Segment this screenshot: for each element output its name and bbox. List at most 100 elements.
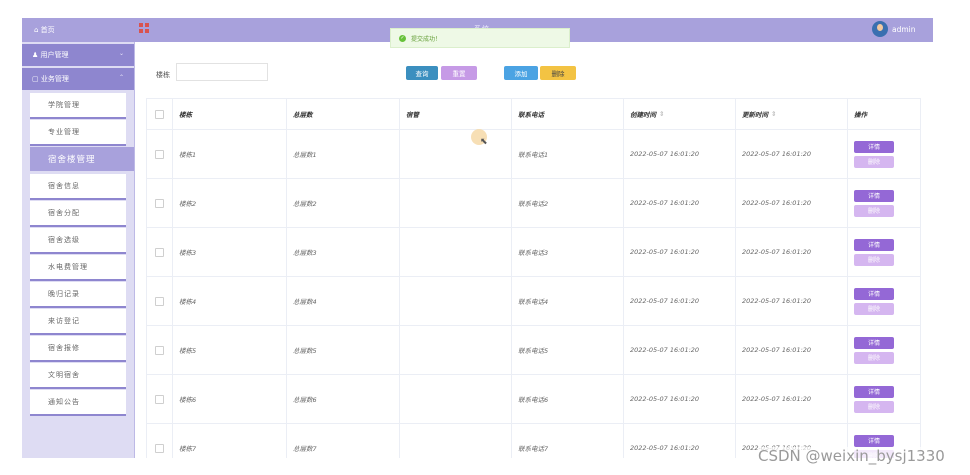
row-checkbox[interactable]: [155, 247, 164, 257]
actions-cell: 详情删除: [848, 277, 921, 325]
sidebar-item[interactable]: 专业管理: [30, 120, 126, 144]
sidebar-item-label: 宿舍报修: [48, 344, 80, 352]
username[interactable]: admin: [892, 25, 916, 34]
table-cell-manager: [400, 277, 512, 325]
row-delete-button[interactable]: 删除: [854, 400, 894, 413]
table-cell-updated: 2022-05-07 16:01:20: [736, 277, 848, 325]
delete-button[interactable]: 删除: [540, 66, 576, 80]
row-delete-button[interactable]: 删除: [854, 253, 894, 266]
sidebar-item[interactable]: 宿舍选级: [30, 228, 126, 252]
watermark: CSDN @weixin_bysj1330: [758, 447, 945, 465]
chevron-down-icon: ⌄: [118, 50, 124, 57]
home-icon: ⌂: [34, 26, 41, 34]
column-header: 联系电话: [512, 99, 624, 129]
row-delete-button[interactable]: 删除: [854, 155, 894, 168]
sidebar-item[interactable]: 宿舍分配: [30, 201, 126, 225]
menu-toggle-icon[interactable]: [139, 23, 149, 33]
table-header-row: 楼栋 总层数 宿管 联系电话 创建时间 ⇕ 更新时间 ⇕ 操作: [147, 99, 921, 130]
detail-button[interactable]: 详情: [854, 336, 894, 349]
table-cell-phone: 联系电话1: [512, 130, 624, 178]
row-checkbox[interactable]: [155, 443, 164, 453]
sidebar-group-label: 业务管理: [40, 75, 69, 83]
check-circle-icon: ✓: [399, 34, 406, 42]
sidebar-item[interactable]: 晚归记录: [30, 282, 126, 306]
table-cell-updated: 2022-05-07 16:01:20: [736, 228, 848, 276]
row-select-cell: [147, 424, 173, 458]
sidebar-group-business[interactable]: ▢ 业务管理 ⌃: [22, 68, 134, 90]
row-checkbox[interactable]: [155, 296, 164, 306]
detail-button[interactable]: 详情: [854, 238, 894, 251]
sidebar-item[interactable]: 通知公告: [30, 390, 126, 414]
actions-cell: 详情删除: [848, 375, 921, 423]
column-header-label: 更新时间: [742, 111, 768, 119]
column-header: 总层数: [287, 99, 400, 129]
table-cell-created: 2022-05-07 16:01:20: [624, 228, 736, 276]
select-all-checkbox[interactable]: [155, 109, 164, 119]
sidebar-item[interactable]: 水电费管理: [30, 255, 126, 279]
row-delete-button[interactable]: 删除: [854, 204, 894, 217]
sidebar-item-label: 宿舍信息: [48, 182, 80, 190]
sidebar-group-users[interactable]: ♟ 用户管理 ⌄: [22, 44, 134, 66]
row-checkbox[interactable]: [155, 394, 164, 404]
query-button[interactable]: 查询: [406, 66, 438, 80]
detail-button[interactable]: 详情: [854, 385, 894, 398]
row-checkbox[interactable]: [155, 149, 164, 159]
sidebar-item[interactable]: 宿舍报修: [30, 336, 126, 360]
avatar[interactable]: [872, 21, 888, 37]
row-checkbox[interactable]: [155, 198, 164, 208]
column-header: 楼栋: [173, 99, 287, 129]
column-header: 操作: [848, 99, 921, 129]
table-cell-building: 楼栋7: [173, 424, 287, 458]
table-cell-floors: 总层数4: [287, 277, 400, 325]
row-select-cell: [147, 179, 173, 227]
sidebar-item-label: 宿舍分配: [48, 209, 80, 217]
row-select-cell: [147, 130, 173, 178]
sidebar-item[interactable]: 文明宿舍: [30, 363, 126, 387]
table-cell-manager: [400, 179, 512, 227]
table-cell-floors: 总层数7: [287, 424, 400, 458]
select-all-cell: [147, 99, 173, 129]
table-cell-manager: [400, 424, 512, 458]
sidebar-item[interactable]: 宿舍楼管理: [30, 147, 134, 171]
add-button[interactable]: 添加: [504, 66, 538, 80]
search-input[interactable]: [176, 63, 268, 81]
table-cell-floors: 总层数5: [287, 326, 400, 374]
row-checkbox[interactable]: [155, 345, 164, 355]
actions-cell: 详情删除: [848, 326, 921, 374]
table-row: 楼栋2 总层数2 联系电话2 2022-05-07 16:01:20 2022-05-0…: [147, 179, 921, 228]
detail-button[interactable]: 详情: [854, 434, 894, 447]
table-cell-phone: 联系电话5: [512, 326, 624, 374]
sort-icon[interactable]: ⇕: [771, 110, 776, 118]
table-cell-phone: 联系电话2: [512, 179, 624, 227]
sidebar-item-home[interactable]: ⌂ 首页: [22, 18, 134, 42]
column-header-label: 创建时间: [630, 111, 656, 119]
row-select-cell: [147, 277, 173, 325]
sidebar-item[interactable]: 学院管理: [30, 93, 126, 117]
sidebar-item[interactable]: 来访登记: [30, 309, 126, 333]
data-table: 楼栋 总层数 宿管 联系电话 创建时间 ⇕ 更新时间 ⇕ 操作 楼栋1 总层数1 联…: [146, 98, 921, 458]
table-cell-building: 楼栋3: [173, 228, 287, 276]
detail-button[interactable]: 详情: [854, 189, 894, 202]
column-header-sortable[interactable]: 创建时间 ⇕: [624, 99, 736, 129]
actions-cell: 详情删除: [848, 179, 921, 227]
sidebar-item-label: 首页: [40, 26, 55, 34]
table-cell-phone: 联系电话6: [512, 375, 624, 423]
row-delete-button[interactable]: 删除: [854, 302, 894, 315]
sort-icon[interactable]: ⇕: [659, 110, 664, 118]
sidebar-item-label: 晚归记录: [48, 290, 80, 298]
table-cell-floors: 总层数1: [287, 130, 400, 178]
sidebar-item[interactable]: 宿舍信息: [30, 174, 126, 198]
table-cell-phone: 联系电话4: [512, 277, 624, 325]
table-cell-floors: 总层数2: [287, 179, 400, 227]
sidebar-group-label: 用户管理: [40, 51, 69, 59]
sidebar-item-label: 宿舍楼管理: [48, 155, 96, 165]
sidebar-item-label: 专业管理: [48, 128, 80, 136]
reset-button[interactable]: 重置: [441, 66, 477, 80]
detail-button[interactable]: 详情: [854, 287, 894, 300]
column-header-sortable[interactable]: 更新时间 ⇕: [736, 99, 848, 129]
table-cell-updated: 2022-05-07 16:01:20: [736, 179, 848, 227]
detail-button[interactable]: 详情: [854, 140, 894, 153]
search-label: 楼栋: [156, 71, 170, 79]
row-delete-button[interactable]: 删除: [854, 351, 894, 364]
table-cell-created: 2022-05-07 16:01:20: [624, 130, 736, 178]
